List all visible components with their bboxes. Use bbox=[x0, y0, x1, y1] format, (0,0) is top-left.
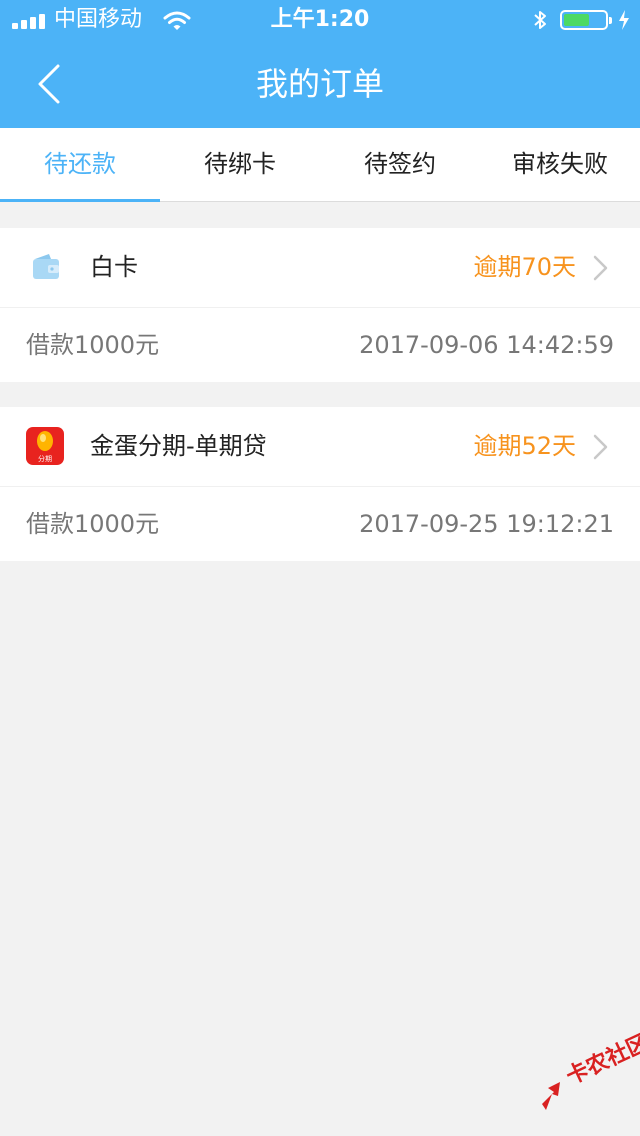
order-time: 2017-09-25 19:12:21 bbox=[359, 510, 614, 538]
top-bar: 中国移动 上午1:20 我的订单 bbox=[0, 0, 640, 128]
order-card-details: 借款1000元 2017-09-25 19:12:21 bbox=[0, 487, 640, 561]
order-card[interactable]: 白卡 逾期70天 借款1000元 2017-09-06 14:42:59 bbox=[0, 228, 640, 382]
status-bar: 中国移动 上午1:20 bbox=[0, 0, 640, 40]
order-card-header[interactable]: 白卡 逾期70天 bbox=[0, 228, 640, 308]
battery-icon bbox=[560, 10, 612, 30]
navigation-bar: 我的订单 bbox=[0, 40, 640, 128]
battery-level bbox=[564, 14, 589, 26]
chevron-right-icon bbox=[593, 434, 608, 460]
chevron-right-icon bbox=[593, 255, 608, 281]
order-tabs: 待还款 待绑卡 待签约 审核失败 bbox=[0, 128, 640, 202]
order-card-details: 借款1000元 2017-09-06 14:42:59 bbox=[0, 308, 640, 382]
tab-pending-signing[interactable]: 待签约 bbox=[320, 128, 480, 201]
tab-review-failed[interactable]: 审核失败 bbox=[480, 128, 640, 201]
tab-pending-repayment[interactable]: 待还款 bbox=[0, 128, 160, 202]
order-card[interactable]: 分期 金蛋分期-单期贷 逾期52天 借款1000元 2017-09-25 19:… bbox=[0, 407, 640, 561]
charging-bolt-icon bbox=[619, 10, 629, 30]
loan-amount: 借款1000元 bbox=[26, 331, 160, 359]
loan-amount: 借款1000元 bbox=[26, 510, 160, 538]
jindan-app-icon: 分期 bbox=[26, 427, 64, 465]
battery-nub bbox=[609, 17, 612, 24]
bluetooth-icon bbox=[534, 11, 546, 29]
tab-pending-card-binding[interactable]: 待绑卡 bbox=[160, 128, 320, 201]
page-title: 我的订单 bbox=[255, 65, 384, 103]
overdue-status: 逾期52天 bbox=[473, 432, 576, 460]
app-icon-label: 分期 bbox=[38, 454, 52, 463]
order-time: 2017-09-06 14:42:59 bbox=[359, 331, 614, 359]
overdue-status: 逾期70天 bbox=[473, 253, 576, 281]
order-card-header[interactable]: 分期 金蛋分期-单期贷 逾期52天 bbox=[0, 407, 640, 487]
lender-name: 金蛋分期-单期贷 bbox=[90, 432, 267, 460]
wallet-icon bbox=[33, 254, 59, 279]
lender-name: 白卡 bbox=[90, 253, 138, 281]
screen: 中国移动 上午1:20 我的订单 待还款 待绑卡 待签约 审核失败 白卡 逾期7… bbox=[0, 0, 640, 1136]
